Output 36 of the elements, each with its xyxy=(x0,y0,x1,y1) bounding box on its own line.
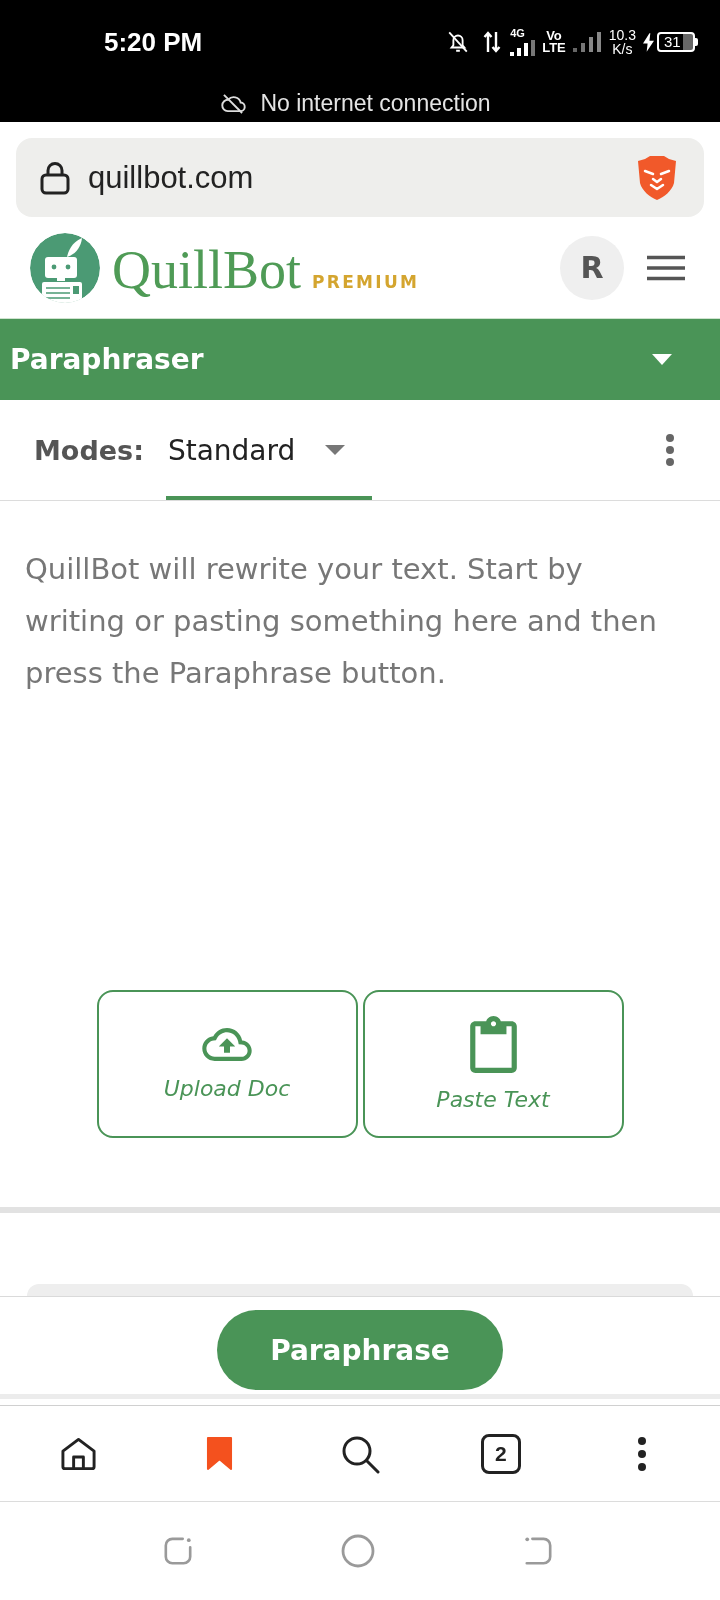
network-speed: 10.3 K/s xyxy=(608,28,636,56)
signal-icon xyxy=(510,40,536,56)
data-arrows-icon xyxy=(483,30,502,54)
avatar-button[interactable]: R xyxy=(560,235,624,300)
cloud-upload-icon xyxy=(202,1027,252,1062)
menu-icon[interactable] xyxy=(647,254,685,281)
modes-label: Modes: xyxy=(34,434,144,466)
home-icon[interactable] xyxy=(59,1435,97,1472)
network-type-label: 4G xyxy=(510,28,525,39)
no-connection-text: No internet connection xyxy=(260,89,491,117)
address-bar[interactable]: quillbot.com xyxy=(16,138,704,217)
bookmark-icon[interactable] xyxy=(205,1436,233,1471)
home-button-icon[interactable] xyxy=(341,1534,375,1568)
back-icon[interactable] xyxy=(523,1536,553,1566)
recent-apps-icon[interactable] xyxy=(163,1536,193,1566)
volte-label: Vo LTE xyxy=(542,30,566,54)
charging-bolt-icon xyxy=(643,32,654,52)
url-text: quillbot.com xyxy=(88,159,254,196)
cloud-off-icon xyxy=(221,92,247,114)
shield-icon[interactable] xyxy=(636,154,678,201)
signal-icon xyxy=(572,32,602,52)
upload-doc-button[interactable]: Upload Doc xyxy=(96,990,358,1138)
more-icon[interactable] xyxy=(636,1435,647,1472)
caret-icon xyxy=(325,445,346,455)
paste-text-button[interactable]: Paste Text xyxy=(362,990,624,1138)
tool-dropdown[interactable]: Paraphraser xyxy=(0,318,720,400)
clipboard-icon xyxy=(469,1016,517,1073)
tab-count-button[interactable]: 2 xyxy=(480,1433,521,1474)
robot-logo-icon[interactable] xyxy=(30,232,100,303)
clock-time: 5:20 PM xyxy=(104,26,203,58)
premium-label: PREMIUM xyxy=(312,271,420,292)
battery-indicator: 31 xyxy=(657,32,698,52)
paraphrase-button[interactable]: Paraphrase xyxy=(217,1310,503,1390)
lock-icon xyxy=(40,160,70,195)
caret-icon xyxy=(652,354,672,365)
brand-wordmark[interactable]: QuillBot xyxy=(112,242,302,297)
